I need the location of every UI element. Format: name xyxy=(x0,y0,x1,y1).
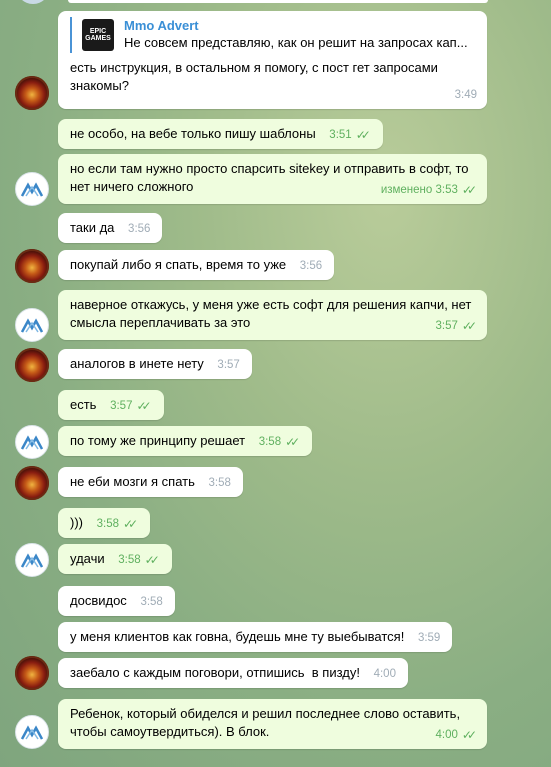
message-text: таки да xyxy=(70,220,115,235)
message-text: не еби мозги я спать xyxy=(70,474,195,489)
message-time: 3:56 xyxy=(128,223,151,235)
message-text: Ребенок, который обиделся и решил послед… xyxy=(70,706,464,739)
message-text: есть xyxy=(70,397,97,412)
message-time: изменено 3:53 xyxy=(380,184,458,196)
message-meta: 3:51 ✓✓ xyxy=(329,126,371,144)
mountain-logo-icon xyxy=(21,435,43,450)
avatar-red-emblem[interactable] xyxy=(15,466,49,500)
message-bubble-incoming[interactable]: досвидос 3:58 xyxy=(58,586,175,616)
double-check-icon: ✓✓ xyxy=(461,183,477,197)
message-meta: 3:58 ✓✓ xyxy=(118,551,160,569)
message-time: 3:58 xyxy=(118,554,141,566)
message-bubble-incoming[interactable]: EPIC GAMES Mmo Advert Не совсем представ… xyxy=(58,11,487,109)
message-text: по тому же принципу решает xyxy=(70,433,246,448)
message-meta: 3:56 xyxy=(300,257,322,275)
message-time: 3:57 xyxy=(217,359,240,371)
message-text: удачи xyxy=(70,551,105,566)
avatar-mountain-logo[interactable] xyxy=(15,543,49,577)
epic-games-thumbnail: EPIC GAMES xyxy=(82,19,114,51)
avatar xyxy=(16,0,50,4)
previous-message-edge xyxy=(68,0,488,3)
message-meta: 4:00 ✓✓ xyxy=(436,726,478,744)
mountain-logo-icon xyxy=(21,725,43,740)
message-text: досвидос xyxy=(70,593,127,608)
message-bubble-outgoing[interactable]: не особо, на вебе только пишу шаблоны 3:… xyxy=(58,119,383,149)
message-bubble-incoming[interactable]: не еби мозги я спать 3:58 xyxy=(58,467,243,497)
message-time: 3:58 xyxy=(96,518,120,530)
chat-area: EPIC GAMES Mmo Advert Не совсем представ… xyxy=(0,0,551,767)
reply-preview[interactable]: EPIC GAMES Mmo Advert Не совсем представ… xyxy=(70,17,475,53)
message-meta: 3:57 ✓✓ xyxy=(110,397,152,415)
message-text: покупай либо я спать, время то уже xyxy=(70,257,287,272)
message-text: есть инструкция, в остальном я помогу, с… xyxy=(70,60,442,93)
mountain-logo-icon xyxy=(21,182,43,197)
reply-sender-name: Mmo Advert xyxy=(124,18,199,33)
avatar-mountain-logo[interactable] xyxy=(15,425,49,459)
message-meta: 3:57 ✓✓ xyxy=(436,317,478,335)
avatar-mountain-logo[interactable] xyxy=(15,172,49,206)
message-meta: 4:00 xyxy=(374,665,396,683)
message-time: 4:00 xyxy=(435,729,458,741)
double-check-icon: ✓✓ xyxy=(136,399,151,413)
message-bubble-outgoing[interactable]: Ребенок, который обиделся и решил послед… xyxy=(58,699,487,749)
message-time: 3:57 xyxy=(110,400,133,412)
message-meta: 3:57 xyxy=(217,356,239,374)
double-check-icon: ✓✓ xyxy=(285,435,300,449)
message-time: 3:58 xyxy=(258,436,282,448)
double-check-icon: ✓✓ xyxy=(461,728,477,742)
message-text: не особо, на вебе только пишу шаблоны xyxy=(70,126,316,141)
message-text: ))) xyxy=(70,515,83,530)
message-time: 3:58 xyxy=(140,596,163,608)
message-meta: 3:59 xyxy=(418,629,440,647)
message-time: 3:58 xyxy=(208,477,231,489)
reply-text: Не совсем представляю, как он решит на з… xyxy=(124,35,468,50)
message-text: заебало с каждым поговори, отпишись в пи… xyxy=(70,665,360,680)
message-time: 3:51 xyxy=(329,129,352,141)
message-bubble-outgoing[interactable]: удачи 3:58 ✓✓ xyxy=(58,544,172,574)
message-meta: 3:49 xyxy=(455,86,477,104)
message-text: аналогов в инете нету xyxy=(70,356,204,371)
avatar-red-emblem[interactable] xyxy=(15,249,49,283)
message-bubble-outgoing[interactable]: наверное откажусь, у меня уже есть софт … xyxy=(58,290,487,340)
message-bubble-outgoing[interactable]: есть 3:57 ✓✓ xyxy=(58,390,164,420)
message-time: 3:57 xyxy=(435,320,458,332)
message-meta: изменено 3:53 ✓✓ xyxy=(381,181,477,199)
message-bubble-incoming[interactable]: покупай либо я спать, время то уже 3:56 xyxy=(58,250,335,280)
mountain-logo-icon xyxy=(21,318,43,333)
double-check-icon: ✓✓ xyxy=(461,319,477,333)
message-bubble-incoming[interactable]: аналогов в инете нету 3:57 xyxy=(58,349,252,379)
message-bubble-incoming[interactable]: таки да 3:56 xyxy=(58,213,163,243)
message-bubble-outgoing[interactable]: по тому же принципу решает 3:58 ✓✓ xyxy=(58,426,313,456)
avatar-red-emblem[interactable] xyxy=(15,656,49,690)
message-bubble-outgoing[interactable]: ))) 3:58 ✓✓ xyxy=(58,508,151,538)
double-check-icon: ✓✓ xyxy=(355,128,371,142)
double-check-icon: ✓✓ xyxy=(123,517,138,531)
message-meta: 3:58 ✓✓ xyxy=(97,515,139,533)
avatar-red-emblem[interactable] xyxy=(15,76,49,110)
avatar-red-emblem[interactable] xyxy=(15,348,49,382)
message-time: 3:56 xyxy=(299,260,323,272)
message-time: 4:00 xyxy=(373,668,396,680)
message-meta: 3:58 ✓✓ xyxy=(259,433,301,451)
message-meta: 3:56 xyxy=(128,220,150,238)
double-check-icon: ✓✓ xyxy=(144,553,160,567)
mountain-logo-icon xyxy=(21,553,43,568)
message-time: 3:49 xyxy=(454,89,477,101)
avatar-mountain-logo[interactable] xyxy=(15,308,49,342)
message-meta: 3:58 xyxy=(140,593,162,611)
message-bubble-incoming[interactable]: заебало с каждым поговори, отпишись в пи… xyxy=(58,658,408,688)
message-time: 3:59 xyxy=(417,632,441,644)
message-text: у меня клиентов как говна, будешь мне ту… xyxy=(70,629,405,644)
message-text: наверное откажусь, у меня уже есть софт … xyxy=(70,297,475,330)
message-bubble-outgoing[interactable]: но если там нужно просто спарсить siteke… xyxy=(58,154,487,204)
message-meta: 3:58 xyxy=(209,474,231,492)
avatar-mountain-logo[interactable] xyxy=(15,715,49,749)
message-bubble-incoming[interactable]: у меня клиентов как говна, будешь мне ту… xyxy=(58,622,453,652)
